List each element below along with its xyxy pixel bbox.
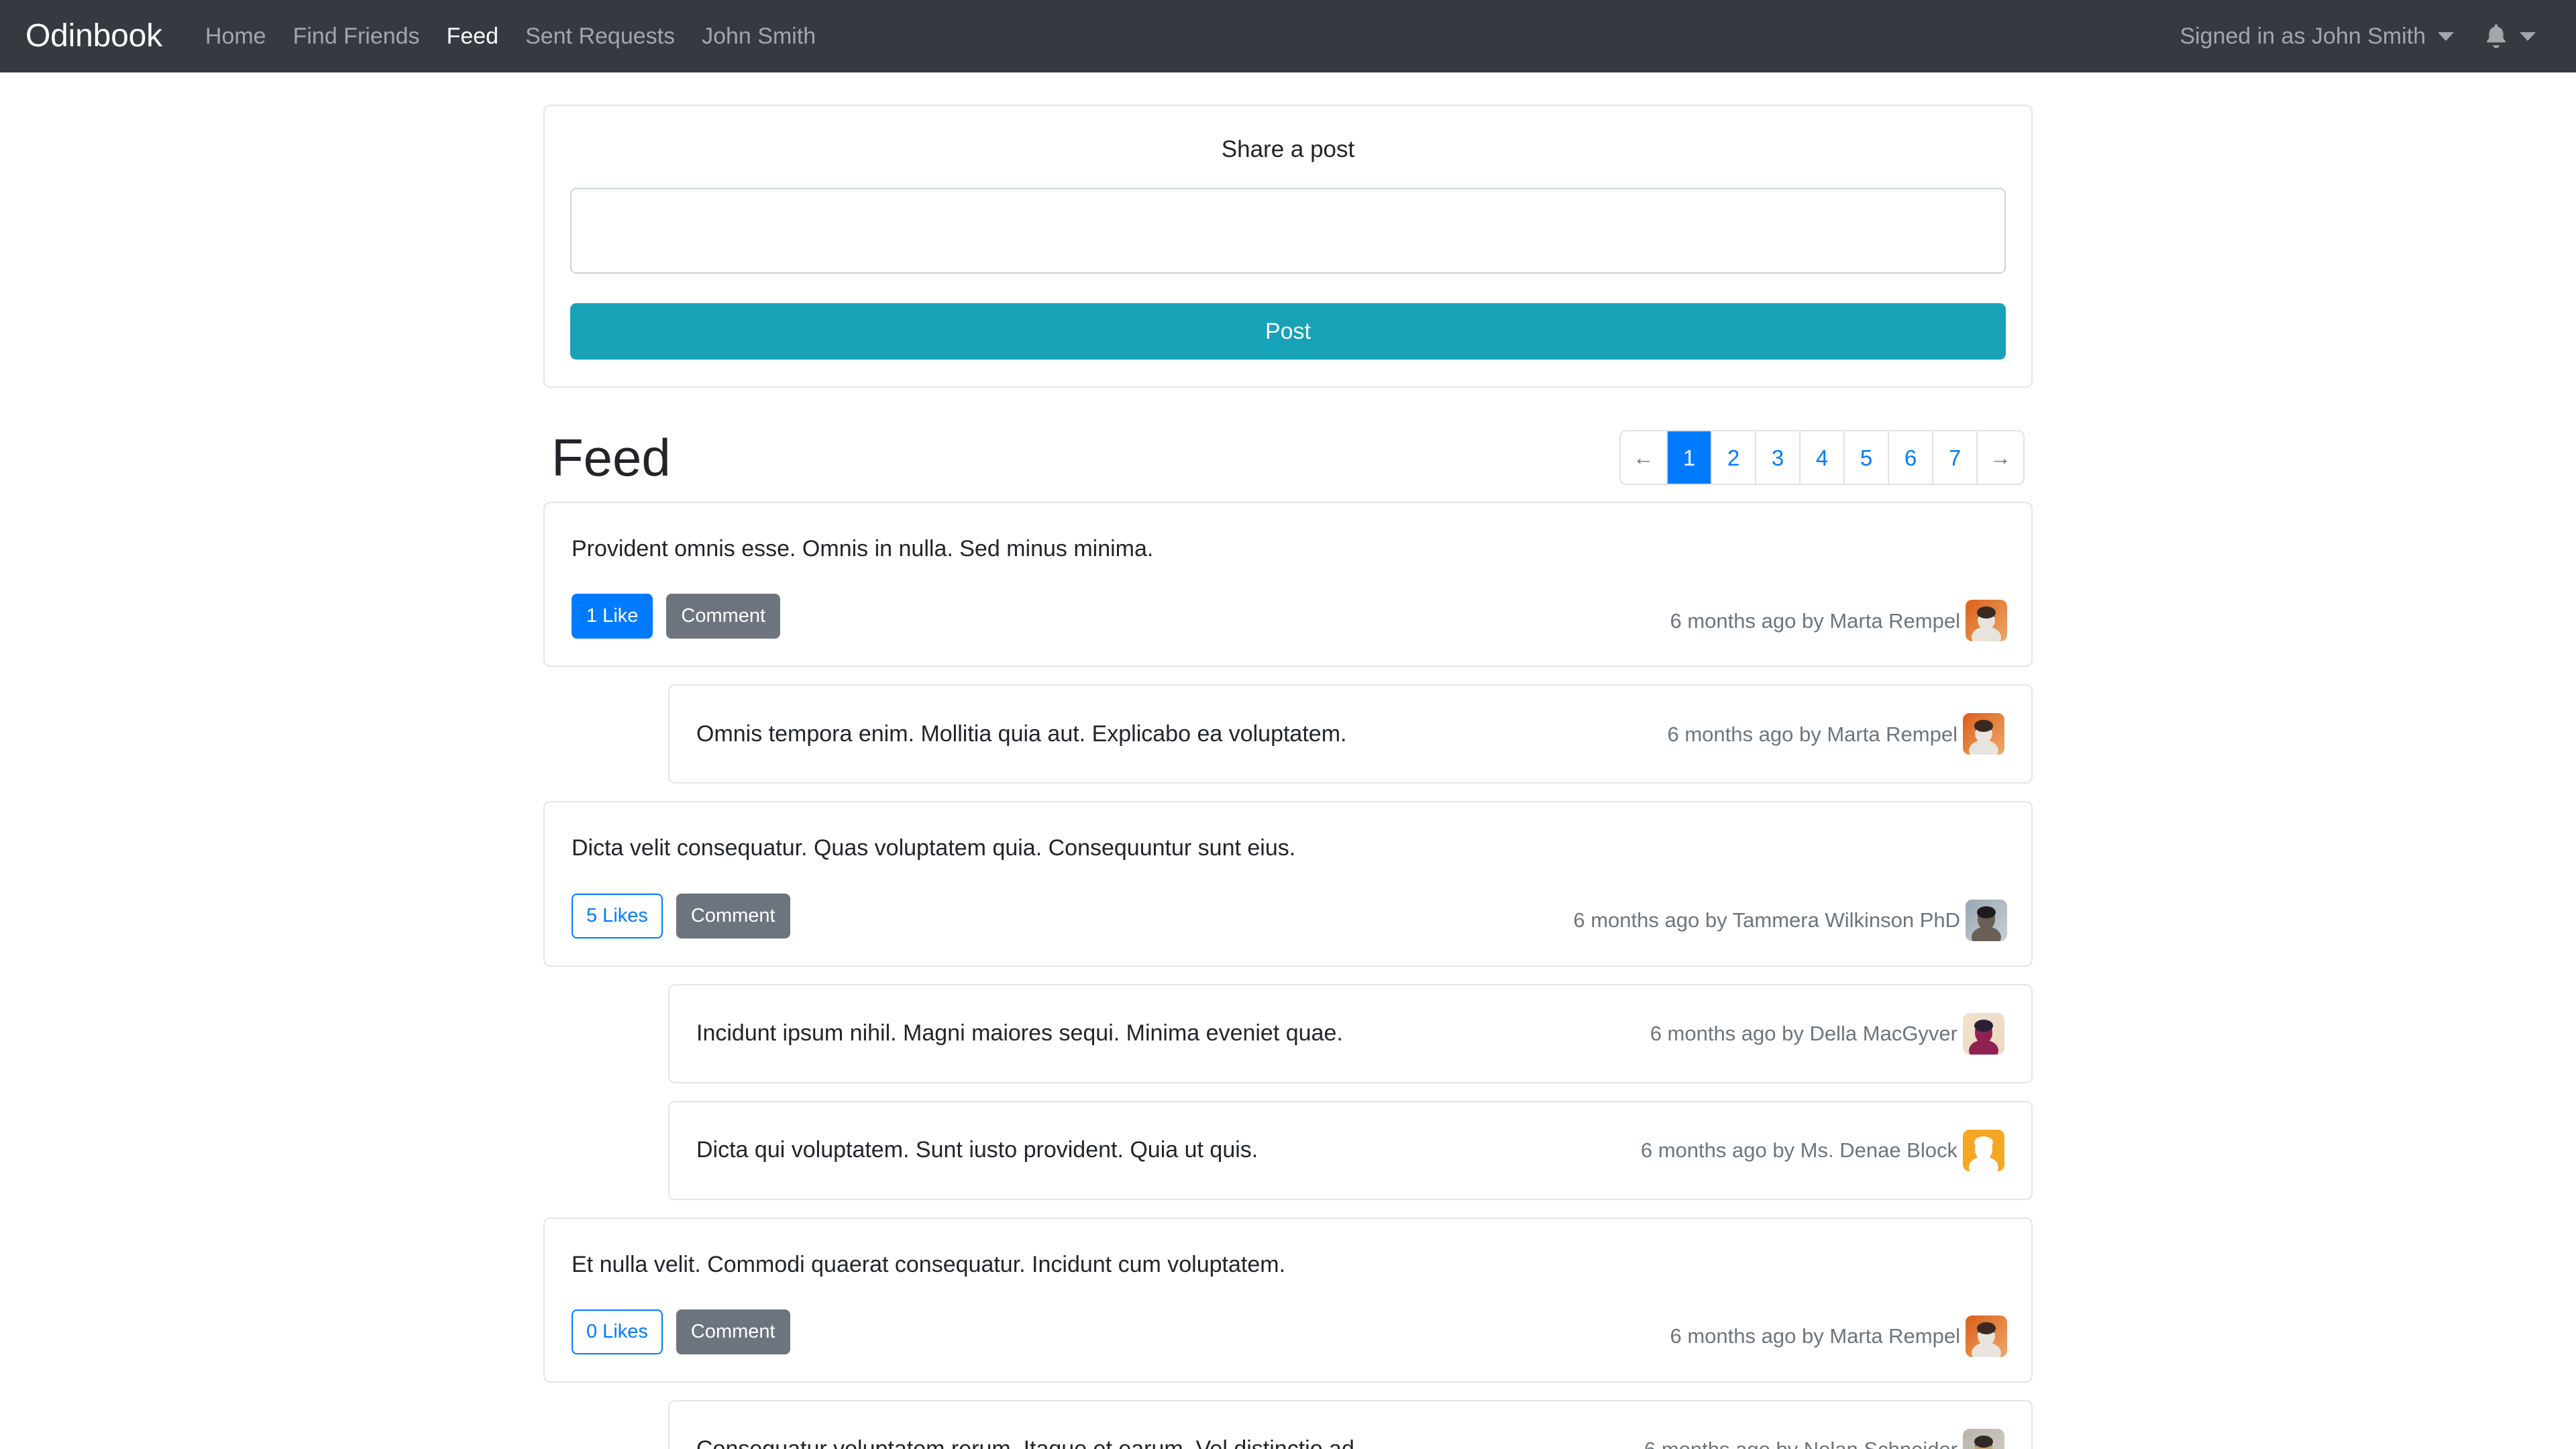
pagination-next[interactable]: → (1978, 431, 2023, 484)
comment-card: Omnis tempora enim. Mollitia quia aut. E… (668, 684, 2033, 784)
post-meta-text: 6 months ago by Ms. Denae Block (1640, 1138, 1957, 1163)
post-meta: 6 months ago by Della MacGyver (1650, 1012, 2004, 1055)
notifications-dropdown[interactable] (2485, 23, 2536, 49)
post-meta: 6 months ago by Marta Rempel (1670, 1315, 2007, 1357)
nav-link-home[interactable]: Home (192, 25, 280, 48)
post-text: Et nulla velit. Commodi quaerat consequa… (572, 1251, 1286, 1277)
avatar-marta-rempel[interactable] (1966, 1315, 2007, 1357)
comment-text: Incidunt ipsum nihil. Magni maiores sequ… (696, 1020, 1343, 1046)
post-meta: 6 months ago by Nolan Schneider (1644, 1428, 2004, 1449)
pagination-prev[interactable]: ← (1621, 431, 1668, 484)
share-post-card: Share a post Post (543, 105, 2033, 388)
avatar-marta-rempel[interactable] (1963, 713, 2004, 755)
nav-link-find-friends[interactable]: Find Friends (280, 25, 433, 48)
avatar-marta-rempel[interactable] (1966, 600, 2007, 642)
post-meta-text: 6 months ago by Tammera Wilkinson PhD (1573, 908, 1960, 932)
brand-logo[interactable]: Odinbook (25, 20, 162, 52)
comment-card: Dicta qui voluptatem. Sunt iusto provide… (668, 1100, 2033, 1200)
page-body: Share a post Post Feed ← 1 2 3 4 5 6 7 → Provide… (0, 72, 2576, 1449)
pagination-page-4[interactable]: 4 (1801, 431, 1845, 484)
pagination-page-3[interactable]: 3 (1756, 431, 1801, 484)
post-meta-text: 6 months ago by Nolan Schneider (1644, 1439, 1957, 1449)
nav-link-sent-requests[interactable]: Sent Requests (512, 25, 688, 48)
comment-text: Omnis tempora enim. Mollitia quia aut. E… (696, 720, 1347, 747)
like-button[interactable]: 1 Like (572, 594, 653, 639)
pagination-page-7[interactable]: 7 (1933, 431, 1978, 484)
post-button[interactable]: Post (570, 303, 2006, 360)
comment-card: Consequatur voluptatem rerum. Itaque et … (668, 1399, 2033, 1449)
nav-links: Home Find Friends Feed Sent Requests John Sm… (192, 25, 829, 48)
pagination-page-1[interactable]: 1 (1668, 431, 1712, 484)
avatar-denae-block[interactable] (1963, 1129, 2004, 1171)
signed-in-dropdown[interactable]: Signed in as John Smith (2180, 25, 2454, 48)
like-button[interactable]: 5 Likes (572, 893, 663, 938)
avatar-della-macgyver[interactable] (1963, 1012, 2004, 1055)
post-card: Et nulla velit. Commodi quaerat consequa… (543, 1217, 2033, 1383)
pagination-page-5[interactable]: 5 (1845, 431, 1889, 484)
post-meta: 6 months ago by Marta Rempel (1667, 713, 2004, 755)
post-meta-text: 6 months ago by Marta Rempel (1670, 608, 1961, 633)
post-meta: 6 months ago by Tammera Wilkinson PhD (1573, 899, 2007, 941)
like-button[interactable]: 0 Likes (572, 1309, 663, 1354)
post-text: Dicta velit consequatur. Quas voluptatem… (572, 835, 1296, 861)
content-container: Share a post Post Feed ← 1 2 3 4 5 6 7 → Provide… (543, 105, 2033, 1449)
post-meta-text: 6 months ago by Marta Rempel (1667, 722, 1958, 746)
comment-card: Incidunt ipsum nihil. Magni maiores sequ… (668, 983, 2033, 1083)
comment-text: Dicta qui voluptatem. Sunt iusto provide… (696, 1136, 1258, 1163)
share-post-input[interactable] (570, 188, 2006, 274)
post-meta: 6 months ago by Ms. Denae Block (1640, 1129, 2004, 1171)
avatar-nolan-schneider[interactable] (1963, 1428, 2004, 1449)
feed-list: Provident omnis esse. Omnis in nulla. Se… (543, 502, 2033, 1449)
navbar-right: Signed in as John Smith (2180, 23, 2551, 49)
post-card: Provident omnis esse. Omnis in nulla. Se… (543, 502, 2033, 667)
chevron-down-icon (2438, 32, 2454, 41)
post-meta-text: 6 months ago by Della MacGyver (1650, 1022, 1957, 1046)
nav-link-feed[interactable]: Feed (433, 25, 513, 48)
post-card: Dicta velit consequatur. Quas voluptatem… (543, 801, 2033, 967)
pagination-page-6[interactable]: 6 (1889, 431, 1933, 484)
pagination-page-2[interactable]: 2 (1712, 431, 1756, 484)
avatar-tammera-wilkinson[interactable] (1966, 899, 2007, 941)
post-text: Provident omnis esse. Omnis in nulla. Se… (572, 536, 1154, 561)
comment-button[interactable]: Comment (676, 893, 790, 938)
bell-icon (2485, 23, 2508, 49)
signed-in-label: Signed in as John Smith (2180, 23, 2426, 49)
comment-text: Consequatur voluptatem rerum. Itaque et … (696, 1433, 1624, 1449)
navbar: Odinbook Home Find Friends Feed Sent Reques… (0, 0, 2576, 72)
post-meta-text: 6 months ago by Marta Rempel (1670, 1324, 1961, 1348)
nav-link-john-smith[interactable]: John Smith (688, 25, 829, 48)
pagination: ← 1 2 3 4 5 6 7 → (1619, 430, 2025, 485)
comment-button[interactable]: Comment (666, 594, 781, 639)
post-meta: 6 months ago by Marta Rempel (1670, 600, 2007, 642)
chevron-down-icon-2 (2520, 32, 2536, 41)
page-title: Feed (551, 428, 671, 487)
share-post-title: Share a post (1221, 136, 1355, 162)
feed-header: Feed ← 1 2 3 4 5 6 7 → (543, 417, 2033, 498)
comment-button[interactable]: Comment (676, 1309, 790, 1354)
